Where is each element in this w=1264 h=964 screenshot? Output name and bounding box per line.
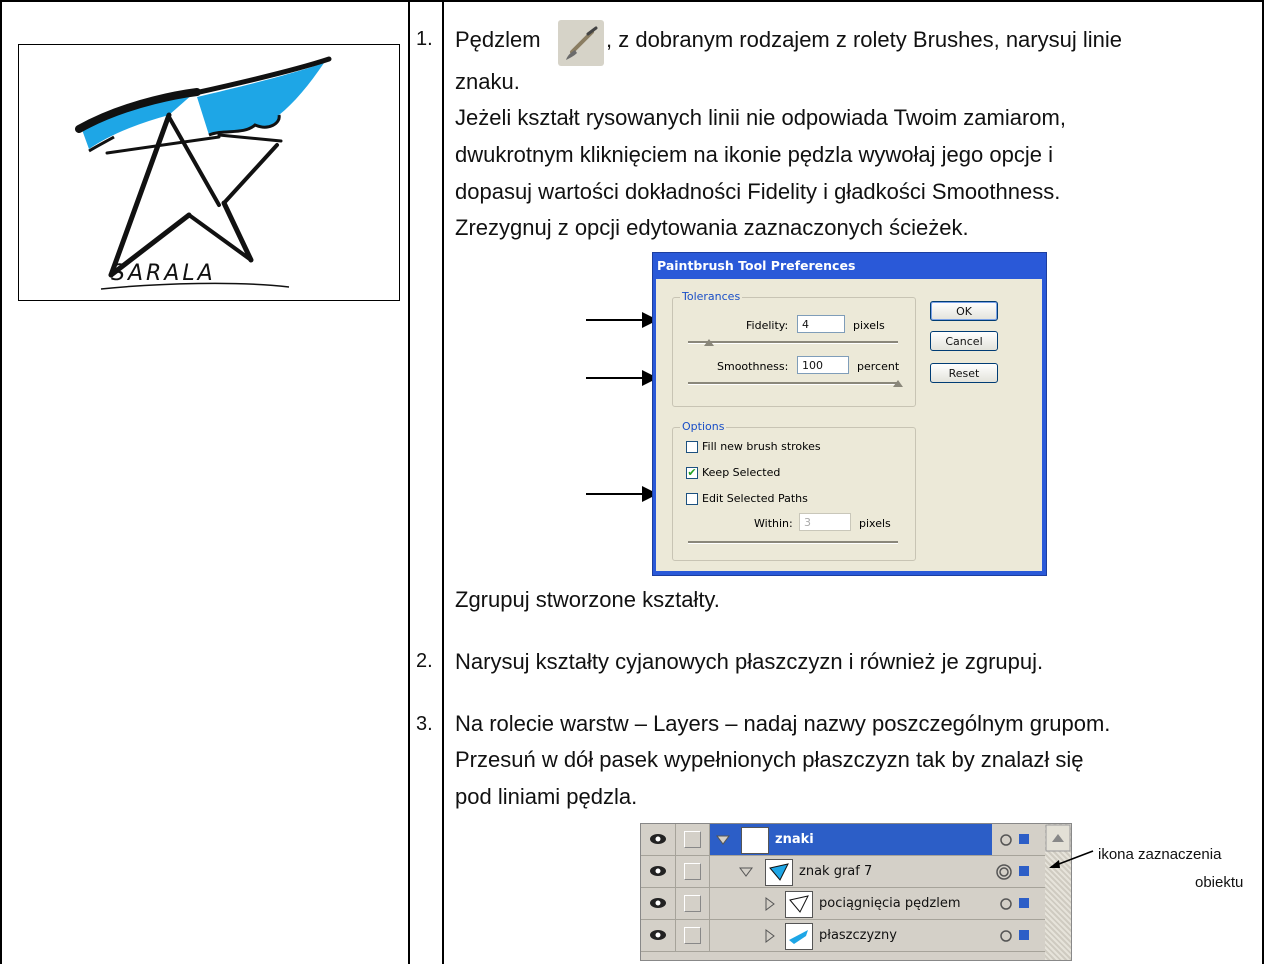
within-slider-track: [688, 541, 898, 544]
dialog-body: Tolerances Fidelity: 4 pixels Smoothness…: [656, 279, 1042, 571]
layer-name-plaszczyzny[interactable]: płaszczyzny: [819, 920, 897, 951]
layers-scrollbar[interactable]: [1045, 824, 1071, 960]
fill-strokes-checkbox[interactable]: [686, 441, 698, 453]
options-legend: Options: [680, 420, 727, 433]
smoothness-slider-thumb[interactable]: [893, 380, 903, 387]
annotation-line1: ikona zaznaczenia: [1098, 846, 1222, 863]
target-icon[interactable]: [999, 833, 1013, 847]
smoothness-label: Smoothness:: [717, 360, 789, 373]
keep-selected-label: Keep Selected: [702, 466, 781, 479]
table-col-divider-2: [442, 0, 444, 964]
layer-row-pociagniecia[interactable]: pociągnięcia pędzlem: [641, 888, 1071, 920]
reset-button[interactable]: Reset: [930, 363, 998, 383]
layers-panel: znaki znak graf 7 pociągnięcia pędzlem p…: [640, 823, 1072, 961]
step1-number: 1.: [416, 28, 433, 50]
paintbrush-icon: [558, 20, 604, 66]
step1-line6: Zrezygnuj z opcji edytowania zaznaczonyc…: [455, 215, 969, 240]
logo-wordmark: SARALA: [111, 261, 216, 286]
visibility-toggle[interactable]: [641, 920, 676, 951]
table-col-divider-1: [408, 0, 410, 964]
annotation-pointer-line: [1049, 850, 1094, 868]
visibility-toggle[interactable]: [641, 824, 676, 855]
step1-line2: znaku.: [455, 69, 520, 94]
fidelity-slider-thumb[interactable]: [704, 339, 714, 346]
selection-square-icon: [1019, 930, 1029, 940]
selection-square-icon: [1019, 898, 1029, 908]
keep-selected-checkbox[interactable]: ✔: [686, 467, 698, 479]
eye-icon: [650, 898, 666, 908]
target-icon[interactable]: [999, 929, 1013, 943]
step1-line4: dwukrotnym kliknięciem na ikonie pędzla …: [455, 142, 1053, 167]
collapsed-triangle-icon[interactable]: [765, 897, 775, 911]
lock-toggle[interactable]: [675, 824, 710, 855]
arrow-smoothness-icon: [586, 370, 658, 386]
fidelity-input[interactable]: 4: [797, 315, 845, 333]
cancel-button[interactable]: Cancel: [930, 331, 998, 351]
layer-name-pociagniecia[interactable]: pociągnięcia pędzlem: [819, 888, 961, 919]
lock-toggle[interactable]: [675, 856, 710, 887]
smoothness-unit: percent: [857, 360, 900, 373]
selection-square-icon: [1019, 834, 1029, 844]
step2-text: Narysuj kształty cyjanowych płaszczyzn i…: [455, 649, 1044, 674]
collapsed-triangle-icon[interactable]: [765, 929, 775, 943]
annotation-line2: obiektu: [1195, 874, 1244, 891]
table-left-border: [0, 0, 2, 964]
step1-line3: Jeżeli kształt rysowanych linii nie odpo…: [455, 105, 1066, 130]
step1-after-dialog: Zgrupuj stworzone kształty.: [455, 587, 720, 612]
paintbrush-preferences-dialog: Paintbrush Tool Preferences Tolerances F…: [652, 252, 1047, 576]
layer-row-znak-graf[interactable]: znak graf 7: [641, 856, 1071, 888]
layer-thumbnail-planes: [785, 923, 813, 950]
smoothness-input[interactable]: 100: [797, 356, 849, 374]
layer-row-znaki[interactable]: znaki: [641, 824, 1071, 856]
fidelity-label: Fidelity:: [746, 319, 789, 332]
lock-toggle[interactable]: [675, 920, 710, 951]
within-input[interactable]: 3: [799, 513, 851, 531]
layer-row-plaszczyzny[interactable]: płaszczyzny: [641, 920, 1071, 952]
within-label: Within:: [754, 517, 793, 530]
arrow-edit-paths-icon: [586, 486, 658, 502]
step3-line3: pod liniami pędzla.: [455, 784, 638, 809]
layer-name-znak-graf[interactable]: znak graf 7: [799, 856, 872, 887]
edit-paths-label: Edit Selected Paths: [702, 492, 808, 505]
edit-paths-checkbox[interactable]: [686, 493, 698, 505]
selection-square-icon: [1019, 866, 1029, 876]
eye-icon: [650, 930, 666, 940]
smoothness-slider-track[interactable]: [688, 382, 898, 385]
eye-icon: [650, 834, 666, 844]
layer-thumbnail-znaki: [741, 827, 769, 854]
expand-triangle-icon[interactable]: [739, 867, 753, 877]
step3-line1: Na rolecie warstw – Layers – nadaj nazwy…: [455, 711, 1111, 736]
logo-box: SARALA: [18, 44, 400, 301]
layer-thumbnail-strokes: [785, 891, 813, 918]
visibility-toggle[interactable]: [641, 856, 676, 887]
step3-number: 3.: [416, 713, 433, 735]
step3-line2: Przesuń w dół pasek wypełnionych płaszcz…: [455, 747, 1084, 772]
target-icon[interactable]: [999, 897, 1013, 911]
within-unit: pixels: [859, 517, 891, 530]
step1-line1-a: Pędzlem: [455, 27, 541, 52]
eye-icon: [650, 866, 666, 876]
fidelity-unit: pixels: [853, 319, 885, 332]
layer-name-znaki[interactable]: znaki: [775, 824, 814, 855]
step2-number: 2.: [416, 650, 433, 672]
arrow-fidelity-icon: [586, 312, 658, 328]
fill-strokes-label: Fill new brush strokes: [702, 440, 821, 453]
expand-triangle-icon[interactable]: [716, 835, 730, 845]
table-top-border: [0, 0, 1264, 2]
target-double-ring-icon[interactable]: [995, 863, 1013, 881]
ok-button[interactable]: OK: [930, 301, 998, 321]
step1-line5: dopasuj wartości dokładności Fidelity i …: [455, 179, 1061, 204]
step1-line1-b: , z dobranym rodzajem z rolety Brushes, …: [606, 27, 1122, 52]
tolerances-legend: Tolerances: [680, 290, 743, 303]
layer-thumbnail-group: [765, 859, 793, 886]
tolerances-group: [672, 297, 916, 407]
page-frame: SARALA 1. Pędzlem , z dobranym rodzajem …: [0, 0, 1264, 964]
visibility-toggle[interactable]: [641, 888, 676, 919]
lock-toggle[interactable]: [675, 888, 710, 919]
fidelity-slider-track[interactable]: [688, 341, 898, 344]
dialog-title: Paintbrush Tool Preferences: [657, 258, 856, 273]
